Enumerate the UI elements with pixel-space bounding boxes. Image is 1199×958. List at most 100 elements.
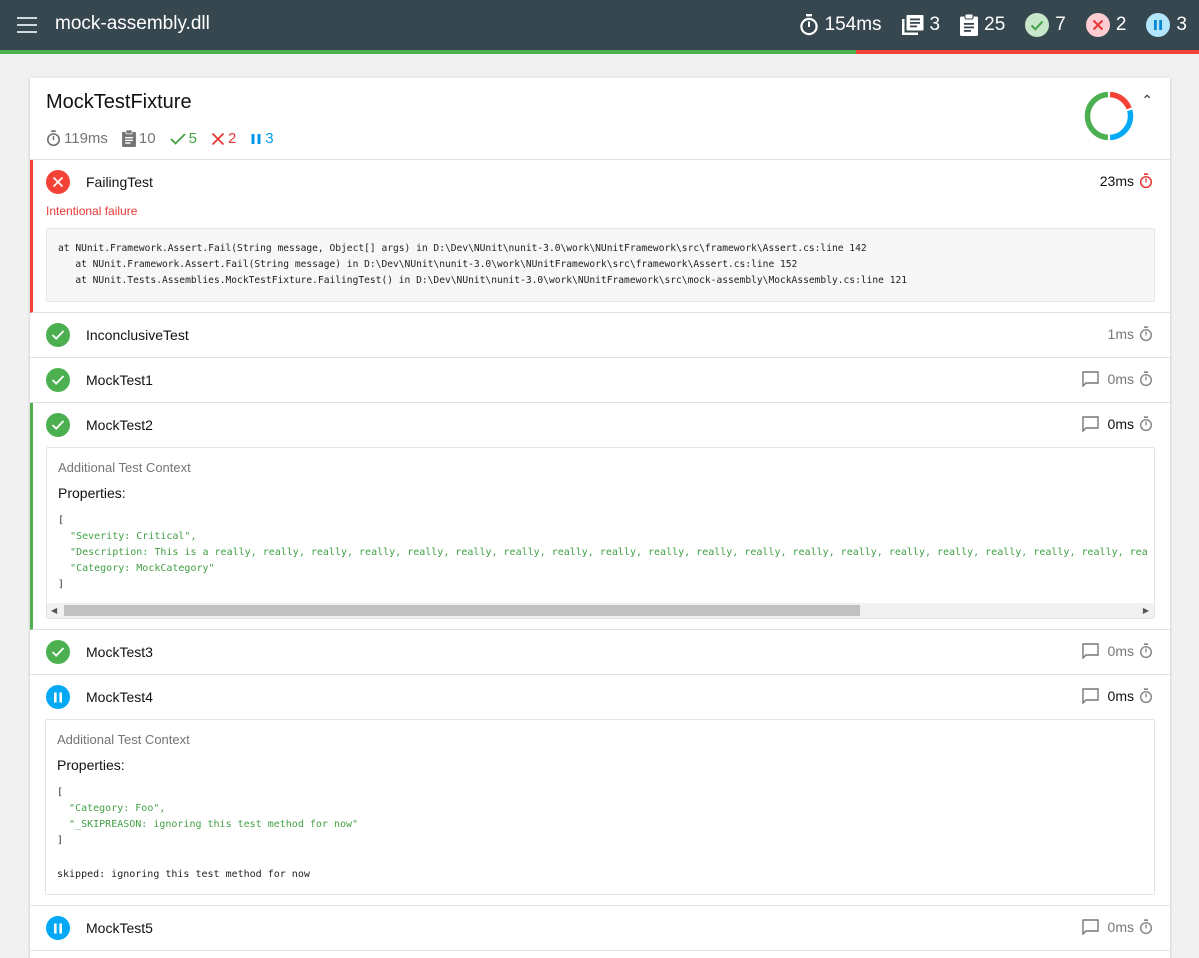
- fixture-header: MockTestFixture 119ms 10 5 2 3 ⌃: [30, 78, 1170, 160]
- skip-status-icon: [46, 685, 70, 709]
- stopwatch-icon: [1139, 416, 1153, 432]
- library-books-icon: [901, 15, 924, 35]
- properties-label: Properties:: [57, 757, 125, 773]
- stopwatch-icon: [46, 130, 61, 147]
- comment-icon[interactable]: [1081, 688, 1099, 704]
- scrollbar-thumb[interactable]: [64, 605, 860, 616]
- pass-status-icon: [46, 323, 70, 347]
- fixture-duration-value: 119ms: [64, 130, 108, 147]
- progress-fail-segment: [856, 50, 1199, 54]
- property-line: "Severity: Critical",: [70, 531, 197, 542]
- test-duration: 0ms: [1081, 416, 1153, 432]
- fixture-passed-count: 5: [188, 130, 197, 147]
- test-row[interactable]: FailingTest 23ms: [33, 160, 1170, 204]
- test-name[interactable]: MockTest2: [86, 417, 153, 433]
- horizontal-scrollbar[interactable]: ◀ ▶: [47, 603, 1154, 618]
- scroll-left-arrow-icon[interactable]: ◀: [51, 606, 57, 615]
- test-duration: 0ms: [1081, 688, 1153, 704]
- tests-stat: 25: [960, 14, 1005, 36]
- fixture-test-count: 10: [121, 130, 156, 147]
- pause-icon: [251, 133, 261, 144]
- clipboard-icon: [960, 14, 979, 36]
- error-circle-icon: [1085, 13, 1110, 37]
- properties-code: [ "Category: Foo", "_SKIPREASON: ignorin…: [46, 773, 1154, 859]
- tests-count: 25: [984, 14, 1006, 35]
- stopwatch-icon: [1139, 643, 1153, 659]
- test-duration: 0ms: [1081, 643, 1153, 659]
- duration-stat: 154ms: [799, 14, 882, 36]
- test-item-mocktest1: MockTest1 0ms: [30, 358, 1170, 403]
- test-name[interactable]: FailingTest: [86, 174, 153, 190]
- test-row[interactable]: MockTest3 0ms: [30, 630, 1170, 674]
- code-close-bracket: ]: [58, 579, 65, 590]
- test-item-mocktest4: MockTest4 0ms Additional Test Context Pr…: [30, 675, 1170, 906]
- test-duration: 23ms: [1100, 173, 1153, 189]
- progress-pass-segment: [0, 50, 857, 54]
- test-item-failingtest: FailingTest 23ms Intentional failure at …: [30, 160, 1170, 313]
- fixture-failed-count: 2: [227, 130, 237, 147]
- test-context-panel: Additional Test Context Properties: [ "S…: [46, 447, 1155, 619]
- test-name[interactable]: InconclusiveTest: [86, 327, 189, 343]
- collapse-chevron-icon[interactable]: ⌃: [1141, 92, 1153, 109]
- donut-segment-pass: [1084, 91, 1109, 141]
- skip-status-icon: [46, 916, 70, 940]
- failure-message: Intentional failure: [46, 204, 138, 218]
- stopwatch-icon: [1139, 371, 1153, 387]
- test-item-mocktest5: MockTest5 0ms: [30, 906, 1170, 951]
- stopwatch-icon: [799, 14, 818, 36]
- comment-icon[interactable]: [1081, 643, 1099, 659]
- context-title: Additional Test Context: [57, 732, 190, 747]
- stack-trace: at NUnit.Framework.Assert.Fail(String me…: [46, 228, 1155, 302]
- property-line: "_SKIPREASON: ignoring this test method …: [69, 819, 359, 830]
- fixture-duration: 119ms: [46, 130, 108, 147]
- result-progress-bar: [0, 50, 1199, 54]
- comment-icon[interactable]: [1081, 416, 1099, 432]
- duration-value: 23ms: [1099, 173, 1134, 189]
- fixtures-count: 3: [929, 14, 941, 35]
- test-row[interactable]: MockTest1 0ms: [30, 358, 1170, 402]
- property-line: "Category: Foo",: [69, 803, 166, 814]
- duration-value: 0ms: [1107, 688, 1134, 704]
- passed-count: 7: [1055, 14, 1066, 35]
- assembly-title: mock-assembly.dll: [55, 13, 210, 34]
- test-row[interactable]: MockTest2 0ms: [33, 403, 1170, 447]
- comment-icon[interactable]: [1081, 919, 1099, 935]
- test-name[interactable]: MockTest5: [86, 920, 153, 936]
- pass-status-icon: [46, 640, 70, 664]
- fixture-test-count-value: 10: [138, 130, 156, 147]
- top-app-bar: mock-assembly.dll 154ms 3 25 7 2 3: [0, 0, 1199, 50]
- scroll-right-arrow-icon[interactable]: ▶: [1143, 606, 1149, 615]
- failed-stat: 2: [1085, 13, 1126, 37]
- test-name[interactable]: MockTest3: [86, 644, 153, 660]
- test-name[interactable]: MockTest4: [86, 689, 153, 705]
- fixture-passed: 5: [169, 130, 197, 147]
- test-item-mocktest3: MockTest3 0ms: [30, 630, 1170, 675]
- stopwatch-icon: [1139, 326, 1153, 342]
- comment-icon[interactable]: [1081, 371, 1099, 387]
- pause-circle-icon: [1146, 13, 1171, 37]
- skip-reason: skipped: ignoring this test method for n…: [57, 869, 310, 880]
- test-row[interactable]: InconclusiveTest 1ms: [30, 313, 1170, 357]
- stopwatch-icon: [1139, 688, 1153, 704]
- fixtures-stat: 3: [901, 14, 941, 36]
- fixture-card: MockTestFixture 119ms 10 5 2 3 ⌃ Failing…: [30, 78, 1170, 958]
- fail-status-icon: [46, 170, 70, 194]
- menu-icon[interactable]: [17, 17, 37, 33]
- donut-segment-fail: [1109, 91, 1132, 110]
- test-name[interactable]: MockTest1: [86, 372, 153, 388]
- test-duration: 0ms: [1081, 371, 1153, 387]
- check-icon: [169, 132, 186, 145]
- property-line: "Category: MockCategory": [70, 563, 215, 574]
- test-row[interactable]: MockTest5 0ms: [30, 906, 1170, 950]
- pass-status-icon: [46, 413, 70, 437]
- donut-segment-skip: [1109, 109, 1134, 141]
- passed-stat: 7: [1025, 13, 1066, 37]
- duration-value: 154ms: [824, 14, 882, 35]
- fixture-skipped-count: 3: [265, 130, 274, 147]
- fixture-title: MockTestFixture: [46, 91, 192, 113]
- code-open-bracket: [: [58, 515, 65, 526]
- test-item-inconclusivetest: InconclusiveTest 1ms: [30, 313, 1170, 358]
- assembly-stats: 154ms 3 25 7 2 3: [779, 11, 1187, 39]
- test-duration: 0ms: [1081, 919, 1153, 935]
- test-row[interactable]: MockTest4 0ms: [30, 675, 1170, 719]
